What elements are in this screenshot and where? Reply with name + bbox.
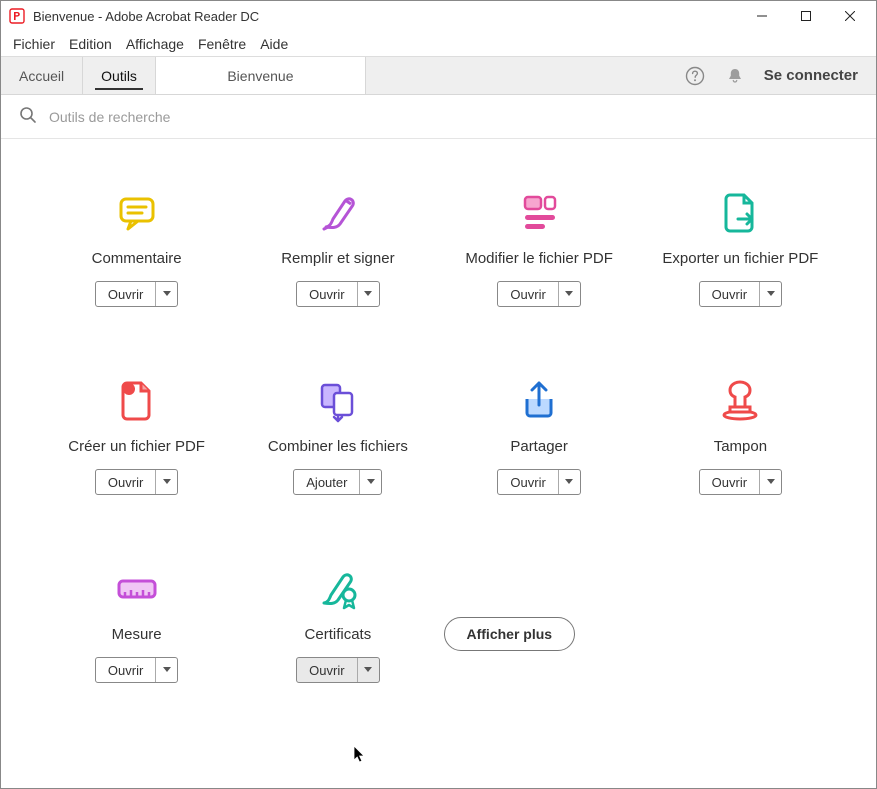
tool-action-button[interactable]: Ouvrir xyxy=(497,281,580,307)
tool-action-button[interactable]: Ouvrir xyxy=(296,281,379,307)
chevron-down-icon[interactable] xyxy=(359,470,381,494)
menu-view[interactable]: Affichage xyxy=(126,36,184,52)
tool-comment: Commentaire Ouvrir xyxy=(41,189,232,307)
tool-title: Remplir et signer xyxy=(281,249,394,269)
tool-stamp: Tampon Ouvrir xyxy=(645,377,836,495)
tool-createpdf: Créer un fichier PDF Ouvrir xyxy=(41,377,232,495)
tool-title: Exporter un fichier PDF xyxy=(662,249,818,269)
more-cell: Afficher plus xyxy=(444,565,635,683)
tool-action-label[interactable]: Ouvrir xyxy=(498,470,557,494)
tools-area: Commentaire Ouvrir Remplir et signer Ouvrir… xyxy=(1,139,876,788)
search-icon xyxy=(19,106,37,127)
chevron-down-icon[interactable] xyxy=(357,282,379,306)
tool-fillsign: Remplir et signer Ouvrir xyxy=(242,189,433,307)
tool-title: Modifier le fichier PDF xyxy=(465,249,613,269)
tool-action-label[interactable]: Ouvrir xyxy=(96,470,155,494)
tool-editpdf: Modifier le fichier PDF Ouvrir xyxy=(444,189,635,307)
sign-in-link[interactable]: Se connecter xyxy=(764,67,858,84)
tool-action-button[interactable]: Ouvrir xyxy=(296,657,379,683)
search-row xyxy=(1,95,876,139)
search-input[interactable] xyxy=(49,109,858,125)
menu-bar: Fichier Edition Affichage Fenêtre Aide xyxy=(1,31,876,57)
chevron-down-icon[interactable] xyxy=(558,470,580,494)
tool-action-label[interactable]: Ouvrir xyxy=(297,658,356,682)
tool-title: Commentaire xyxy=(92,249,182,269)
tool-cert: Certificats Ouvrir xyxy=(242,565,433,683)
chevron-down-icon[interactable] xyxy=(155,470,177,494)
tool-action-button[interactable]: Ajouter xyxy=(293,469,382,495)
tool-action-label[interactable]: Ouvrir xyxy=(700,470,759,494)
chevron-down-icon[interactable] xyxy=(759,282,781,306)
tool-action-button[interactable]: Ouvrir xyxy=(497,469,580,495)
tool-action-button[interactable]: Ouvrir xyxy=(95,657,178,683)
tool-action-label[interactable]: Ajouter xyxy=(294,470,359,494)
tool-action-label[interactable]: Ouvrir xyxy=(700,282,759,306)
help-icon[interactable] xyxy=(684,65,706,87)
tool-action-button[interactable]: Ouvrir xyxy=(95,469,178,495)
tool-action-button[interactable]: Ouvrir xyxy=(699,281,782,307)
tab-home[interactable]: Accueil xyxy=(1,57,83,94)
tool-action-label[interactable]: Ouvrir xyxy=(297,282,356,306)
tab-tools[interactable]: Outils xyxy=(83,57,156,94)
createpdf-icon xyxy=(113,377,161,425)
cert-icon xyxy=(314,565,362,613)
tool-measure: Mesure Ouvrir xyxy=(41,565,232,683)
minimize-button[interactable] xyxy=(740,1,784,31)
title-bar: Bienvenue - Adobe Acrobat Reader DC xyxy=(1,1,876,31)
tab-row: Accueil Outils Bienvenue Se connecter xyxy=(1,57,876,95)
chevron-down-icon[interactable] xyxy=(759,470,781,494)
tool-title: Certificats xyxy=(305,625,372,645)
maximize-button[interactable] xyxy=(784,1,828,31)
editpdf-icon xyxy=(515,189,563,237)
tool-title: Créer un fichier PDF xyxy=(68,437,205,457)
comment-icon xyxy=(113,189,161,237)
menu-window[interactable]: Fenêtre xyxy=(198,36,246,52)
tool-share: Partager Ouvrir xyxy=(444,377,635,495)
chevron-down-icon[interactable] xyxy=(155,282,177,306)
tool-action-button[interactable]: Ouvrir xyxy=(95,281,178,307)
tool-action-label[interactable]: Ouvrir xyxy=(498,282,557,306)
tool-combine: Combiner les fichiers Ajouter xyxy=(242,377,433,495)
tool-action-button[interactable]: Ouvrir xyxy=(699,469,782,495)
chevron-down-icon[interactable] xyxy=(155,658,177,682)
tool-action-label[interactable]: Ouvrir xyxy=(96,658,155,682)
exportpdf-icon xyxy=(716,189,764,237)
tool-title: Mesure xyxy=(112,625,162,645)
chevron-down-icon[interactable] xyxy=(558,282,580,306)
tool-exportpdf: Exporter un fichier PDF Ouvrir xyxy=(645,189,836,307)
share-icon xyxy=(515,377,563,425)
tool-title: Combiner les fichiers xyxy=(268,437,408,457)
close-button[interactable] xyxy=(828,1,872,31)
chevron-down-icon[interactable] xyxy=(357,658,379,682)
measure-icon xyxy=(113,565,161,613)
tab-document[interactable]: Bienvenue xyxy=(156,57,366,94)
bell-icon[interactable] xyxy=(724,65,746,87)
tool-title: Tampon xyxy=(714,437,767,457)
app-icon xyxy=(9,8,25,24)
menu-help[interactable]: Aide xyxy=(260,36,288,52)
tool-title: Partager xyxy=(510,437,568,457)
tool-action-label[interactable]: Ouvrir xyxy=(96,282,155,306)
fillsign-icon xyxy=(314,189,362,237)
window-title: Bienvenue - Adobe Acrobat Reader DC xyxy=(33,9,259,24)
menu-edit[interactable]: Edition xyxy=(69,36,112,52)
combine-icon xyxy=(314,377,362,425)
menu-file[interactable]: Fichier xyxy=(13,36,55,52)
show-more-button[interactable]: Afficher plus xyxy=(444,617,576,651)
stamp-icon xyxy=(716,377,764,425)
